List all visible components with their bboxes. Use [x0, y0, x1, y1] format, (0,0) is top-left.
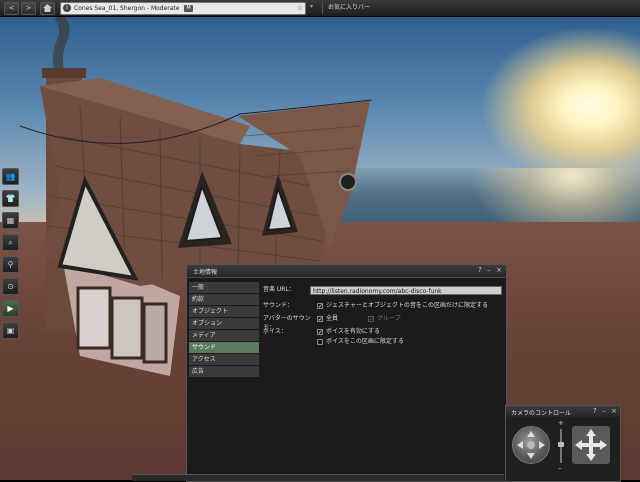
- floater-title-bar[interactable]: 土地情報 ? – ×: [187, 265, 506, 278]
- tab-options[interactable]: オプション: [189, 318, 259, 329]
- restrict-gesture-sounds-text: ジェスチャーとオブジェクトの音をこの区画だけに限定する: [326, 302, 488, 309]
- search-button[interactable]: ⌕: [2, 234, 19, 251]
- restrict-voice-text: ボイスをこの区画に限定する: [326, 338, 404, 345]
- forward-icon: >: [25, 4, 32, 12]
- camera-pan-control[interactable]: [572, 426, 610, 464]
- maturity-rating-badge: M: [184, 5, 193, 12]
- camera-close-icon[interactable]: ×: [611, 407, 617, 415]
- tab-access[interactable]: アクセス: [189, 354, 259, 365]
- pan-arrows-icon: [572, 426, 610, 464]
- inventory-icon: ▦: [6, 216, 15, 225]
- land-tab-list: 一般 約款 オブジェクト オプション メディア サウンド アクセス 広告: [189, 282, 259, 378]
- zoom-in-icon[interactable]: +: [558, 419, 564, 427]
- camera-title: カメラのコントロール: [511, 410, 572, 417]
- search-icon: ⌕: [8, 238, 13, 247]
- sidebar: 👥 👕 ▦ ⌕ ⚲ ⊙ ▶ ▣: [0, 168, 19, 344]
- toolbar-divider: [322, 2, 323, 14]
- media-icon: ▶: [7, 304, 14, 313]
- orbit-arrows-icon: [517, 431, 545, 459]
- profile-button[interactable]: ▣: [2, 322, 19, 339]
- avatar-sound-group-text: グループ: [377, 315, 401, 322]
- info-icon[interactable]: i: [63, 4, 71, 12]
- back-icon: <: [8, 4, 15, 12]
- profile-icon: ▣: [6, 326, 15, 335]
- forward-button[interactable]: >: [21, 2, 36, 15]
- home-button[interactable]: [40, 2, 55, 15]
- camera-help-icon[interactable]: ?: [593, 407, 597, 415]
- location-bar[interactable]: i Cones Sea_01, Shergon - Moderate M ☆: [60, 2, 306, 15]
- places-button[interactable]: ⚲: [2, 256, 19, 273]
- people-icon: 👥: [5, 172, 16, 181]
- camera-orbit-control[interactable]: [512, 426, 550, 464]
- inventory-button[interactable]: ▦: [2, 212, 19, 229]
- about-land-floater: 土地情報 ? – × 一般 約款 オブジェクト オプション メディア サウンド …: [186, 264, 507, 482]
- camera-title-bar[interactable]: カメラのコントロール ? – ×: [506, 406, 620, 417]
- zoom-thumb[interactable]: [558, 442, 564, 447]
- floater-title: 土地情報: [193, 269, 218, 276]
- search-dropdown[interactable]: ▾: [310, 3, 322, 13]
- sound-label: サウンド：: [263, 302, 294, 309]
- zoom-out-icon[interactable]: –: [558, 464, 562, 472]
- media-button[interactable]: ▶: [2, 300, 19, 317]
- map-pin-icon: ⚲: [7, 260, 14, 269]
- chimney-smoke: [52, 16, 70, 76]
- camera-controls-floater: カメラのコントロール ? – × + –: [505, 405, 621, 482]
- restrict-gesture-sounds-checkbox[interactable]: ✓: [317, 303, 323, 310]
- tab-general[interactable]: 一般: [189, 282, 259, 293]
- help-icon[interactable]: ?: [478, 266, 482, 274]
- sound-tab-panel: 音楽 URL： http://listen.radionomy.com/abc-…: [261, 283, 503, 478]
- tab-ads[interactable]: 広告: [189, 366, 259, 377]
- close-icon[interactable]: ×: [496, 266, 502, 274]
- avatar-sound-everyone-checkbox[interactable]: ✓: [317, 316, 323, 323]
- tab-sound[interactable]: サウンド: [189, 342, 259, 353]
- location-text: Cones Sea_01, Shergon - Moderate: [74, 5, 180, 12]
- voice-label: ボイス：: [263, 328, 287, 335]
- gear-icon: ⊙: [7, 282, 14, 291]
- avatar-sound-everyone-text: 全員: [326, 315, 339, 322]
- people-button[interactable]: 👥: [2, 168, 19, 185]
- tab-media[interactable]: メディア: [189, 330, 259, 341]
- home-icon: [43, 4, 52, 12]
- camera-zoom-slider[interactable]: + –: [558, 419, 564, 474]
- camera-minimize-icon[interactable]: –: [602, 407, 606, 415]
- restrict-voice-checkbox[interactable]: [317, 339, 323, 345]
- back-button[interactable]: <: [4, 2, 19, 15]
- favorite-star-icon[interactable]: ☆: [297, 3, 303, 14]
- shirt-icon: 👕: [5, 194, 16, 203]
- favorites-bar-label[interactable]: お気に入りバー: [328, 3, 370, 13]
- enable-voice-text: ボイスを有効にする: [326, 328, 380, 335]
- music-url-field[interactable]: http://listen.radionomy.com/abc-disco-fu…: [310, 286, 502, 295]
- porthole-window: [339, 173, 357, 191]
- settings-button[interactable]: ⊙: [2, 278, 19, 295]
- enable-voice-checkbox[interactable]: ✓: [317, 329, 323, 336]
- appearance-button[interactable]: 👕: [2, 190, 19, 207]
- tab-objects[interactable]: オブジェクト: [189, 306, 259, 317]
- minimize-icon[interactable]: –: [487, 266, 491, 274]
- tab-covenant[interactable]: 約款: [189, 294, 259, 305]
- viewer-toolbar: < > i Cones Sea_01, Shergon - Moderate M…: [0, 0, 640, 17]
- avatar-sound-group-checkbox[interactable]: ✓: [368, 316, 374, 323]
